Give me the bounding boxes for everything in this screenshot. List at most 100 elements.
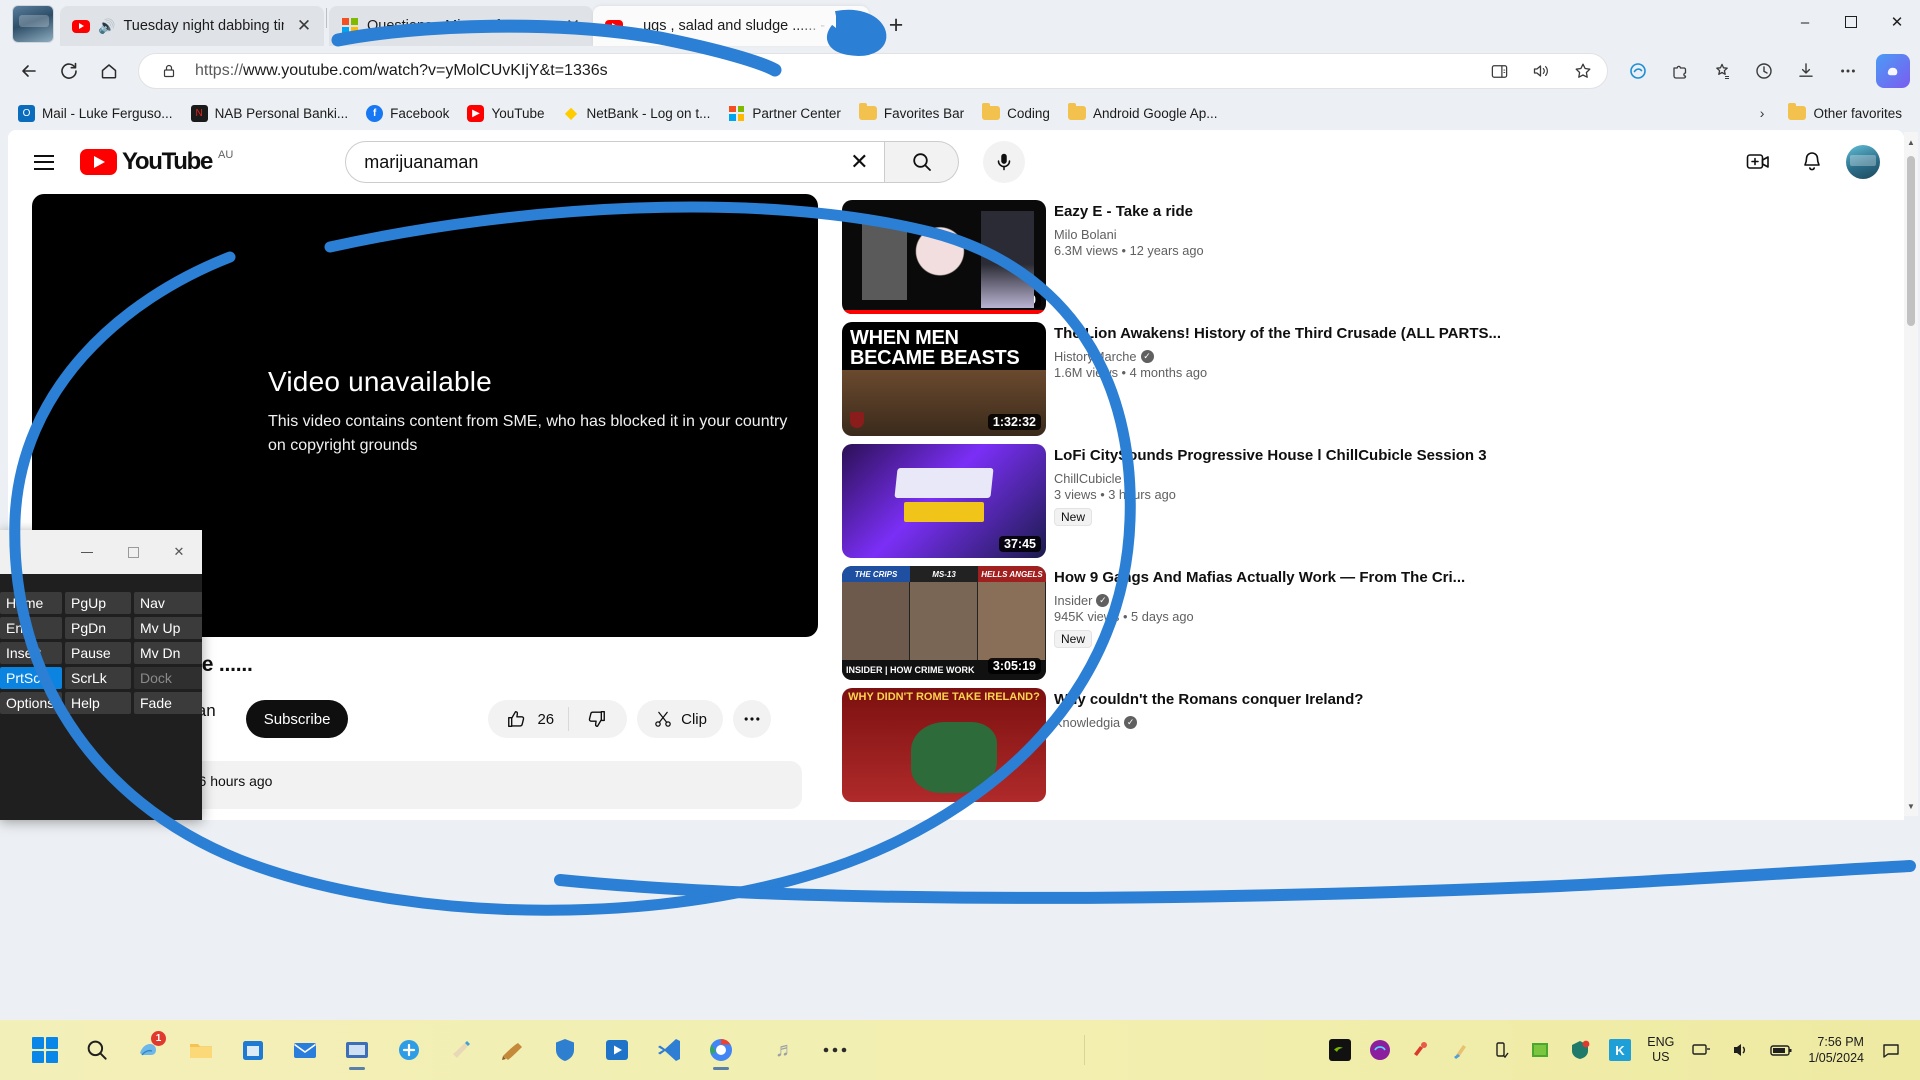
favorites-icon[interactable]: [1702, 52, 1742, 90]
video-thumbnail[interactable]: 4:00: [842, 200, 1046, 314]
defender-icon[interactable]: [542, 1027, 588, 1073]
split-screen-icon[interactable]: [1483, 55, 1515, 87]
video-title[interactable]: The Lion Awakens! History of the Third C…: [1054, 323, 1502, 344]
osk-key-options[interactable]: Options: [0, 692, 62, 714]
bookmark-mail[interactable]: O Mail - Luke Ferguso...: [10, 101, 181, 126]
bookmark-folder-android[interactable]: Android Google Ap...: [1060, 102, 1226, 125]
overflow-dots-icon[interactable]: [822, 1037, 848, 1063]
downloads-icon[interactable]: [1786, 52, 1826, 90]
close-window-button[interactable]: ✕: [1874, 0, 1920, 44]
search-input[interactable]: [364, 151, 841, 173]
scroll-up-arrow-icon[interactable]: ▲: [1904, 134, 1918, 150]
teams-icon[interactable]: [334, 1027, 380, 1073]
video-title[interactable]: Why couldn't the Romans conquer Ireland?: [1054, 689, 1502, 710]
page-scrollbar[interactable]: ▲ ▼: [1904, 132, 1918, 816]
browser-essentials-icon[interactable]: [1618, 52, 1658, 90]
notifications-icon[interactable]: [1792, 142, 1832, 182]
k-icon[interactable]: K: [1607, 1037, 1633, 1063]
osk-key-fade[interactable]: Fade: [134, 692, 202, 714]
more-actions-button[interactable]: [732, 700, 771, 738]
youtube-logo[interactable]: YouTube AU: [80, 149, 233, 175]
bookmark-folder-favorites-bar[interactable]: Favorites Bar: [851, 102, 972, 125]
osk-key-prtscn[interactable]: PrtScn: [0, 667, 62, 689]
refresh-button[interactable]: [50, 52, 88, 90]
osk-maximize-button[interactable]: [110, 537, 156, 567]
paint-icon[interactable]: [438, 1027, 484, 1073]
read-aloud-icon[interactable]: [1525, 55, 1557, 87]
media-player-icon[interactable]: [594, 1027, 640, 1073]
tab-close-button[interactable]: ✕: [837, 14, 861, 38]
tab-audio-icon[interactable]: 🔊: [98, 18, 115, 35]
osk-key-mv-up[interactable]: Mv Up: [134, 617, 202, 639]
bookmark-nab[interactable]: N NAB Personal Banki...: [183, 101, 357, 126]
home-button[interactable]: [90, 52, 128, 90]
mail-icon[interactable]: [282, 1027, 328, 1073]
like-button[interactable]: 26: [492, 700, 568, 738]
notes-icon[interactable]: [490, 1027, 536, 1073]
clear-search-icon[interactable]: ✕: [840, 143, 878, 181]
search-button[interactable]: [885, 141, 960, 183]
clip-button[interactable]: Clip: [637, 700, 723, 738]
osk-key-home[interactable]: Home: [0, 592, 62, 614]
usb-icon[interactable]: [1487, 1037, 1513, 1063]
audio-wave-icon[interactable]: ♬: [772, 1037, 798, 1063]
osk-key-pgdn[interactable]: PgDn: [65, 617, 131, 639]
osk-titlebar[interactable]: ✕: [0, 530, 202, 574]
kaspersky-shield-icon[interactable]: [1567, 1037, 1593, 1063]
back-button[interactable]: [10, 52, 48, 90]
channel-name[interactable]: HistoryMarche ✓: [1054, 349, 1502, 364]
channel-name[interactable]: Milo Bolani: [1054, 227, 1502, 242]
list-item[interactable]: 37:45 LoFi CitySounds Progressive House …: [842, 444, 1502, 558]
file-explorer-icon[interactable]: [178, 1027, 224, 1073]
video-title[interactable]: LoFi CitySounds Progressive House l Chil…: [1054, 445, 1502, 466]
battery-icon[interactable]: [1768, 1037, 1794, 1063]
new-tab-button[interactable]: +: [879, 8, 913, 42]
osk-key-scrlk[interactable]: ScrLk: [65, 667, 131, 689]
channel-name[interactable]: Insider ✓: [1054, 593, 1502, 608]
scroll-down-arrow-icon[interactable]: ▼: [1904, 798, 1918, 814]
bookmark-netbank[interactable]: ◆ NetBank - Log on t...: [555, 101, 719, 126]
start-icon[interactable]: [22, 1027, 68, 1073]
store-icon[interactable]: [230, 1027, 276, 1073]
language-indicator[interactable]: ENG US: [1647, 1035, 1674, 1065]
osk-key-pgup[interactable]: PgUp: [65, 592, 131, 614]
voice-search-button[interactable]: [983, 141, 1026, 183]
address-input[interactable]: https://www.youtube.com/watch?v=yMolCUvK…: [138, 53, 1608, 89]
browser-profile-avatar[interactable]: [12, 5, 54, 43]
network-icon[interactable]: [1688, 1037, 1714, 1063]
bookmark-folder-coding[interactable]: Coding: [974, 102, 1058, 125]
cleaner-icon[interactable]: [1447, 1037, 1473, 1063]
osk-key-pause[interactable]: Pause: [65, 642, 131, 664]
osk-close-button[interactable]: ✕: [156, 537, 202, 567]
channel-name[interactable]: ChillCubicle: [1054, 471, 1502, 486]
create-icon[interactable]: [1738, 142, 1778, 182]
osk-key-help[interactable]: Help: [65, 692, 131, 714]
add-icon[interactable]: [386, 1027, 432, 1073]
maximize-button[interactable]: [1828, 0, 1874, 44]
other-favorites-folder[interactable]: Other favorites: [1780, 102, 1910, 125]
favorite-star-icon[interactable]: [1567, 55, 1599, 87]
channel-name[interactable]: Knowledgia ✓: [1054, 715, 1502, 730]
onscreen-keyboard-window[interactable]: ✕ Home PgUp Nav End PgDn Mv Up Insert Pause Mv D…: [0, 530, 202, 820]
osk-key-nav[interactable]: Nav: [134, 592, 202, 614]
history-icon[interactable]: [1744, 52, 1784, 90]
widgets-icon[interactable]: 1: [126, 1027, 172, 1073]
ccleaner-icon[interactable]: [1407, 1037, 1433, 1063]
subscribe-button[interactable]: Subscribe: [245, 700, 349, 738]
list-item[interactable]: THE CRIPS MS-13 HELLS ANGELS INSIDER | H…: [842, 566, 1502, 680]
tab-1[interactable]: 🔊 Tuesday night dabbing time ✕: [60, 6, 324, 46]
osk-minimize-button[interactable]: [64, 537, 110, 567]
settings-more-icon[interactable]: [1828, 52, 1868, 90]
osk-key-mv-dn[interactable]: Mv Dn: [134, 642, 202, 664]
video-thumbnail[interactable]: 37:45: [842, 444, 1046, 558]
vscode-icon[interactable]: [646, 1027, 692, 1073]
minimize-button[interactable]: –: [1782, 0, 1828, 44]
video-title[interactable]: How 9 Gangs And Mafias Actually Work — F…: [1054, 567, 1502, 588]
tab-close-button[interactable]: ✕: [561, 14, 585, 38]
copilot-icon[interactable]: [1876, 54, 1910, 88]
list-item[interactable]: WHY DIDN'T ROME TAKE IRELAND? Why couldn…: [842, 688, 1502, 802]
video-thumbnail[interactable]: THE CRIPS MS-13 HELLS ANGELS INSIDER | H…: [842, 566, 1046, 680]
search-box[interactable]: ✕: [345, 141, 886, 183]
nvidia-icon[interactable]: [1327, 1037, 1353, 1063]
audio-icon[interactable]: [1367, 1037, 1393, 1063]
